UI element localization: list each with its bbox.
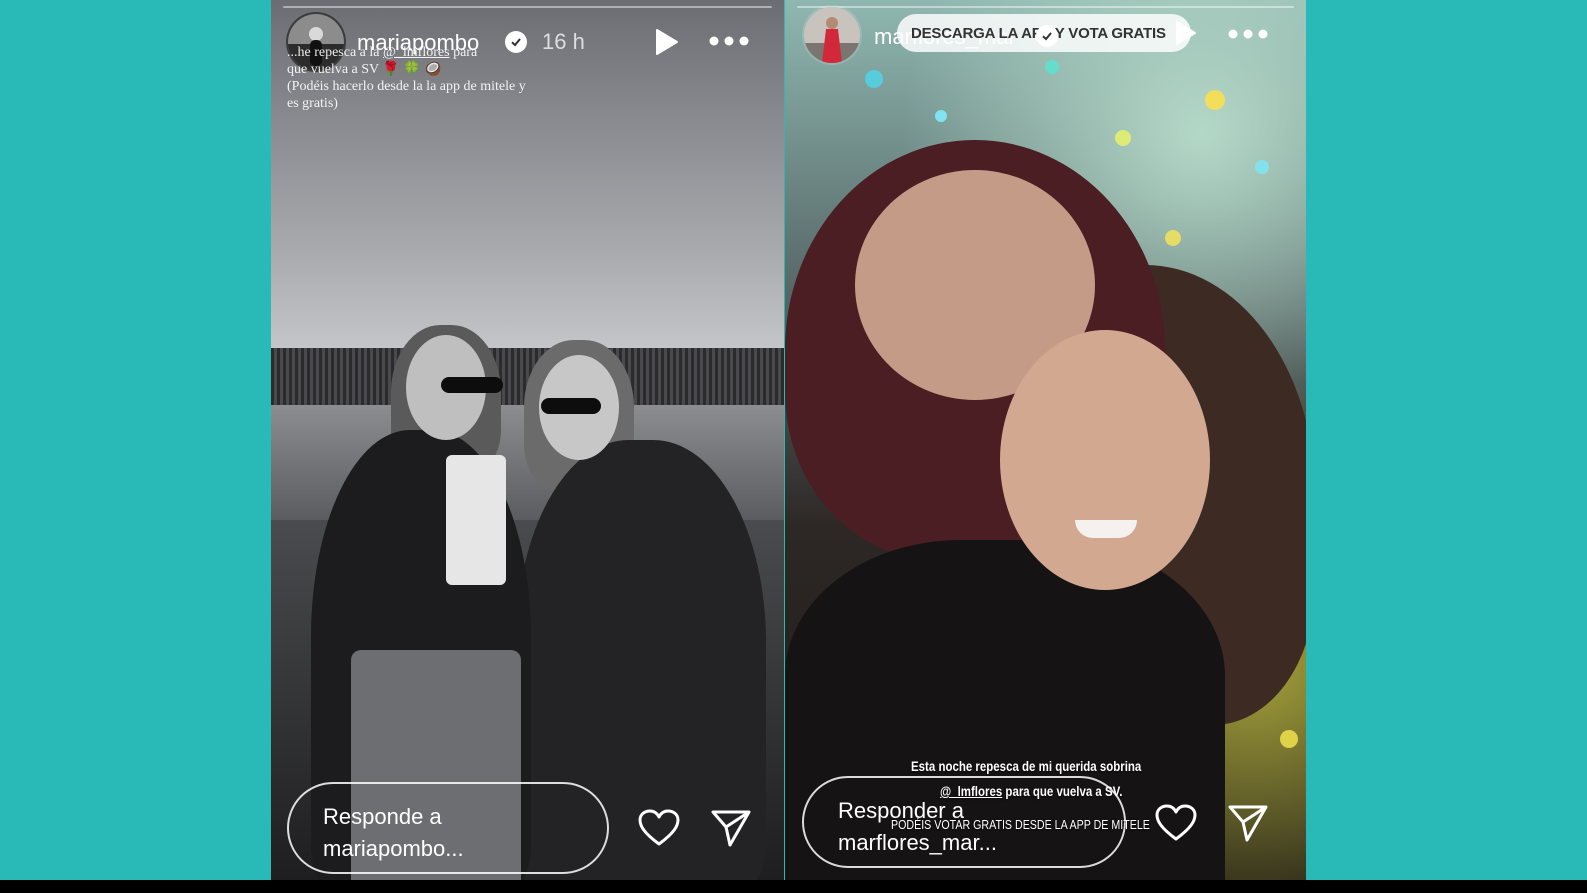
caption-text: PODÉIS VOTAR GRATIS DESDE LA APP DE MITE… bbox=[891, 817, 1150, 832]
caption-text: para bbox=[453, 45, 478, 60]
heart-icon[interactable] bbox=[637, 808, 681, 848]
caption-text: Esta noche repesca de mi querida sobrina bbox=[911, 758, 1142, 774]
photo-face bbox=[1000, 330, 1210, 590]
reply-input[interactable]: Responde a mariapombo... bbox=[287, 782, 609, 874]
photo-face bbox=[406, 335, 486, 440]
verified-badge-icon bbox=[1036, 25, 1058, 47]
photo-light bbox=[1205, 90, 1225, 110]
photo-light bbox=[1115, 130, 1131, 146]
photo-light bbox=[1265, 520, 1289, 544]
photo-hair bbox=[785, 140, 1165, 560]
photo-light bbox=[1165, 230, 1181, 246]
story-mariapombo[interactable]: mariapombo 16 h ...he repesca a la @_lmf… bbox=[271, 0, 784, 880]
play-icon[interactable] bbox=[1170, 18, 1200, 48]
photo-hair bbox=[975, 265, 1306, 725]
reply-placeholder: Responde a bbox=[323, 804, 442, 829]
mention-link[interactable]: @_lmflores bbox=[383, 45, 450, 60]
send-icon[interactable] bbox=[1226, 801, 1270, 845]
photo-grandstand bbox=[271, 348, 784, 408]
photo-light bbox=[1245, 640, 1265, 660]
photo-light bbox=[1280, 730, 1298, 748]
photo-smile bbox=[1075, 520, 1137, 538]
caption-text: es gratis) bbox=[287, 96, 338, 111]
heart-icon[interactable] bbox=[1154, 803, 1198, 843]
play-icon[interactable] bbox=[649, 25, 683, 59]
photo-light bbox=[1255, 160, 1269, 174]
story-marflores_mar[interactable]: marflores_mar DESCARGA LA APP Y VOTA GRA… bbox=[785, 0, 1306, 880]
photo-person-hair bbox=[524, 340, 634, 490]
caption-text: que vuelva a SV 🌹 🍀 🥥 bbox=[287, 62, 442, 77]
caption-text: ...he repesca a la bbox=[287, 45, 380, 60]
photo-person-hair bbox=[391, 325, 501, 475]
bottom-frame-bar bbox=[0, 880, 1587, 893]
avatar-image bbox=[804, 7, 860, 63]
photo-face bbox=[855, 170, 1095, 400]
photo-sunglasses bbox=[441, 377, 503, 393]
more-options-icon[interactable] bbox=[1226, 21, 1270, 47]
caption-text: (Podéis hacerlo desde la la app de mitel… bbox=[287, 79, 526, 94]
photo-sunglasses bbox=[541, 398, 601, 414]
reply-placeholder: mariapombo... bbox=[323, 836, 464, 861]
avatar[interactable] bbox=[802, 5, 862, 65]
more-options-icon[interactable] bbox=[707, 28, 751, 54]
photo-light bbox=[935, 110, 947, 122]
photo-track bbox=[271, 405, 784, 525]
story-caption: ...he repesca a la @_lmflores para que v… bbox=[287, 44, 567, 112]
photo-shirt bbox=[446, 455, 506, 585]
story-header: marflores_mar DESCARGA LA APP Y VOTA GRA… bbox=[785, 0, 1306, 80]
photo-face bbox=[539, 355, 619, 460]
send-icon[interactable] bbox=[709, 806, 753, 850]
